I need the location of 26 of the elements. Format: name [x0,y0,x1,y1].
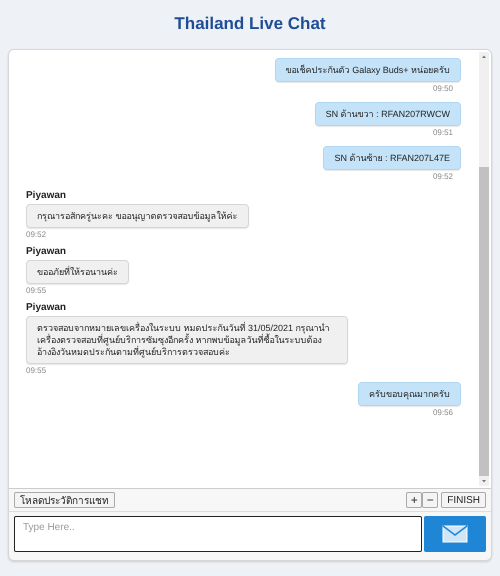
message-time: 09:50 [432,84,453,94]
finish-button[interactable]: FINISH [441,492,486,508]
message-time: 09:51 [432,128,453,138]
received-message: ตรวจสอบจากหมายเลขเครื่องในระบบ หมดประกันวันที่ 31/05/2021 กรุณานำเครื่องตรวจสอบที่ศูนย์บริการซัมซุงอีกครั้ง หากพบข้อมูลวันที่ซื้อในระบบต้องอ้างอิงวันหมดประกันตามที่ศูนย์บริการตรวจสอบค่ะ [26,316,348,364]
zoom-out-button[interactable]: − [422,492,438,508]
zoom-in-button[interactable]: + [406,492,422,508]
message-time: 09:55 [26,286,46,296]
sender-name: Piyawan [26,190,66,201]
chat-title: Thailand Live Chat [174,14,326,34]
sent-message: ขอเช็คประกันตัว Galaxy Buds+ หน่อยครับ [274,58,461,82]
envelope-icon [442,525,468,543]
message-time: 09:56 [432,408,453,418]
sent-message: SN ด้านซ้าย : RFAN207L47E [323,146,461,170]
message-input[interactable]: Type Here.. [14,516,422,552]
load-history-button[interactable]: โหลดประวัติการแชท [14,492,115,508]
received-message: ขออภัยที่ให้รอนานค่ะ [26,260,129,284]
received-message: กรุณารอสักครู่นะคะ ขออนุญาตตรวจสอบข้อมูลให้ค่ะ [26,204,249,228]
send-button[interactable] [424,516,486,552]
message-time: 09:52 [432,172,453,182]
sender-name: Piyawan [26,302,66,313]
message-time: 09:55 [26,366,46,376]
sent-message: ครับขอบคุณมากครับ [358,382,461,406]
sender-name: Piyawan [26,246,66,257]
sent-message: SN ด้านขวา : RFAN207RWCW [314,102,461,126]
scrollbar[interactable] [479,52,489,486]
message-time: 09:52 [26,230,46,240]
